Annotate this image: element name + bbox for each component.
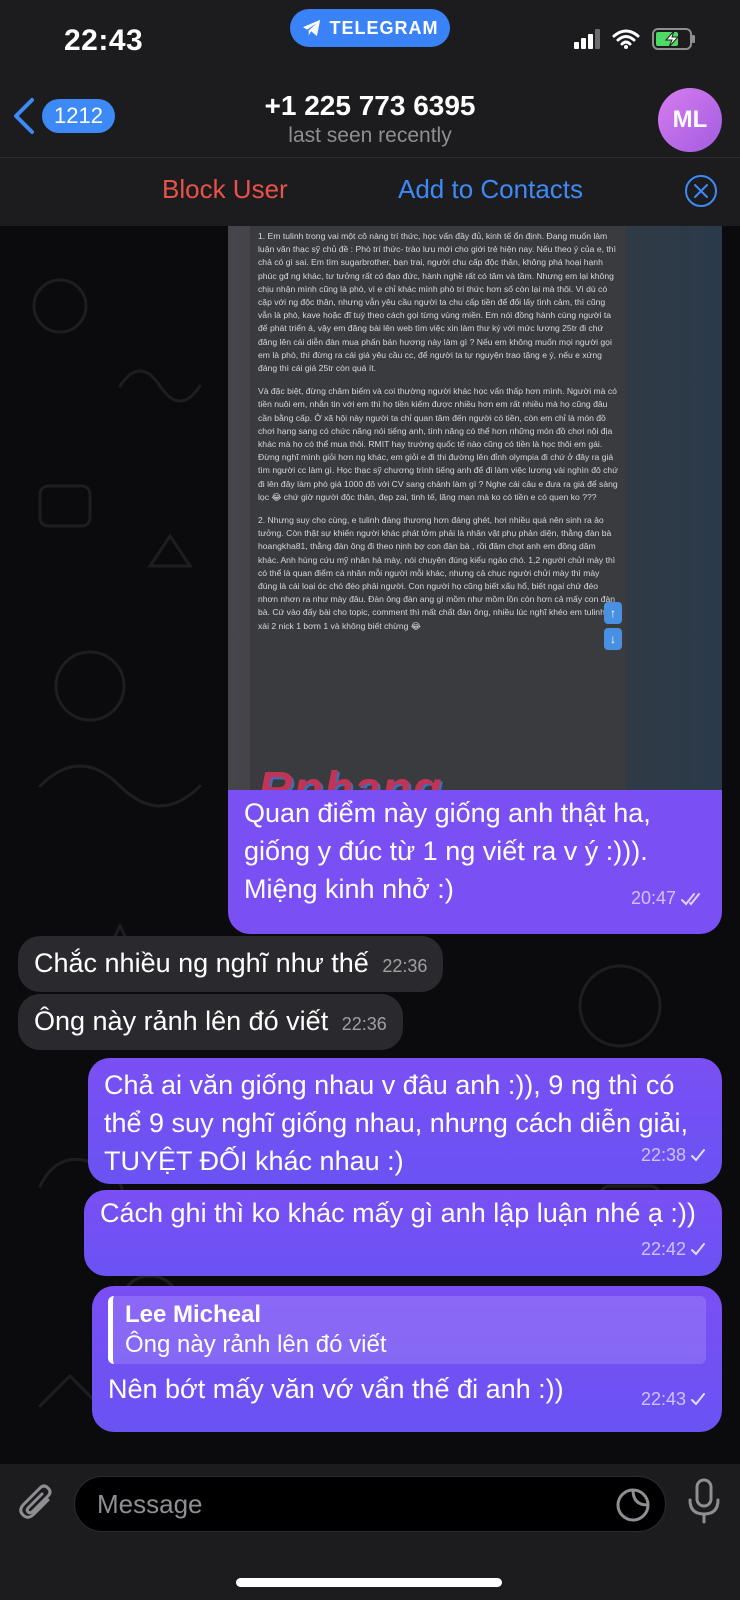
message-time: 22:43 <box>640 1389 686 1409</box>
outgoing-message[interactable]: Cách ghi thì ko khác mấy gì anh lập luận… <box>84 1190 722 1276</box>
message-text: Chắc nhiều ng nghĩ như thế <box>34 948 369 978</box>
telegram-app-pill[interactable]: TELEGRAM <box>290 9 450 47</box>
check-icon <box>691 1149 705 1162</box>
sticker-icon[interactable] <box>615 1487 651 1523</box>
status-time: 22:43 <box>64 24 144 57</box>
message-text: Ông này rảnh lên đó viết <box>34 1006 329 1036</box>
telegram-icon <box>302 19 320 37</box>
message-text: Chả ai văn giống nhau v đâu anh :)), 9 n… <box>104 1070 689 1176</box>
close-icon[interactable] <box>684 174 718 208</box>
document-text: 1. Em tulinh trong vai một cô nàng trí t… <box>250 226 626 790</box>
microphone-icon[interactable] <box>686 1478 722 1526</box>
double-check-icon <box>681 892 700 905</box>
message-meta: 20:47 <box>631 888 706 909</box>
message-text: Nên bớt mấy văn vớ vẩn thế đi anh :)) <box>108 1374 564 1404</box>
add-to-contacts-button[interactable]: Add to Contacts <box>398 174 583 205</box>
contact-title[interactable]: +1 225 773 6395 <box>0 90 740 122</box>
message-time: 22:36 <box>341 1014 387 1034</box>
message-input[interactable] <box>97 1487 577 1521</box>
message-time: 22:36 <box>382 956 428 976</box>
check-icon <box>691 1243 705 1256</box>
outgoing-reply-message[interactable]: Lee Micheal Ông này rảnh lên đó viết Nên… <box>92 1286 722 1432</box>
reply-author: Lee Micheal <box>125 1301 262 1328</box>
incoming-message[interactable]: Chắc nhiều ng nghĩ như thế 22:36 <box>18 936 444 992</box>
message-input-bar <box>0 1464 740 1600</box>
avatar[interactable]: ML <box>658 88 722 152</box>
app-pill-label: TELEGRAM <box>329 17 439 38</box>
message-time: 20:47 <box>630 888 676 908</box>
message-time: 22:38 <box>640 1145 686 1165</box>
outgoing-message[interactable]: Chả ai văn giống nhau v đâu anh :)), 9 n… <box>88 1058 722 1184</box>
block-user-button[interactable]: Block User <box>162 174 288 205</box>
contact-status: last seen recently <box>288 124 452 147</box>
status-bar: 22:43 TELEGRAM <box>0 0 740 84</box>
home-indicator <box>236 1578 502 1587</box>
incoming-message[interactable]: Ông này rảnh lên đó viết 22:36 <box>18 994 403 1050</box>
check-icon <box>691 1393 705 1406</box>
scroll-down-icon[interactable]: ↓ <box>604 628 622 650</box>
contact-action-bar: Block User Add to Contacts <box>0 158 740 226</box>
screenshot-photo[interactable]: 1. Em tulinh trong vai một cô nàng trí t… <box>228 226 722 790</box>
battery-charging-icon <box>652 28 695 50</box>
message-field[interactable] <box>74 1476 666 1532</box>
message-text: Cách ghi thì ko khác mấy gì anh lập luận… <box>100 1198 696 1228</box>
wifi-icon <box>612 29 640 49</box>
doc-paragraph: Và đặc biệt, đừng châm biếm và coi thườn… <box>258 386 618 502</box>
reply-quote[interactable]: Lee Micheal Ông này rảnh lên đó viết <box>108 1296 706 1364</box>
paperclip-icon[interactable] <box>18 1482 58 1526</box>
signal-icon <box>574 29 600 49</box>
message-time: 22:42 <box>640 1239 686 1259</box>
chat-header: 1212 +1 225 773 6395 last seen recently … <box>0 84 740 158</box>
doc-paragraph: 1. Em tulinh trong vai một cô nàng trí t… <box>258 231 616 374</box>
doc-paragraph: 2. Nhưng suy cho cùng, e tulinh đáng thư… <box>258 515 616 631</box>
scroll-up-icon[interactable]: ↑ <box>604 602 622 624</box>
reply-text: Ông này rảnh lên đó viết <box>125 1331 387 1358</box>
image-message-bubble[interactable]: 1. Em tulinh trong vai một cô nàng trí t… <box>228 226 722 934</box>
watermark-logo: Rphang <box>258 763 443 790</box>
